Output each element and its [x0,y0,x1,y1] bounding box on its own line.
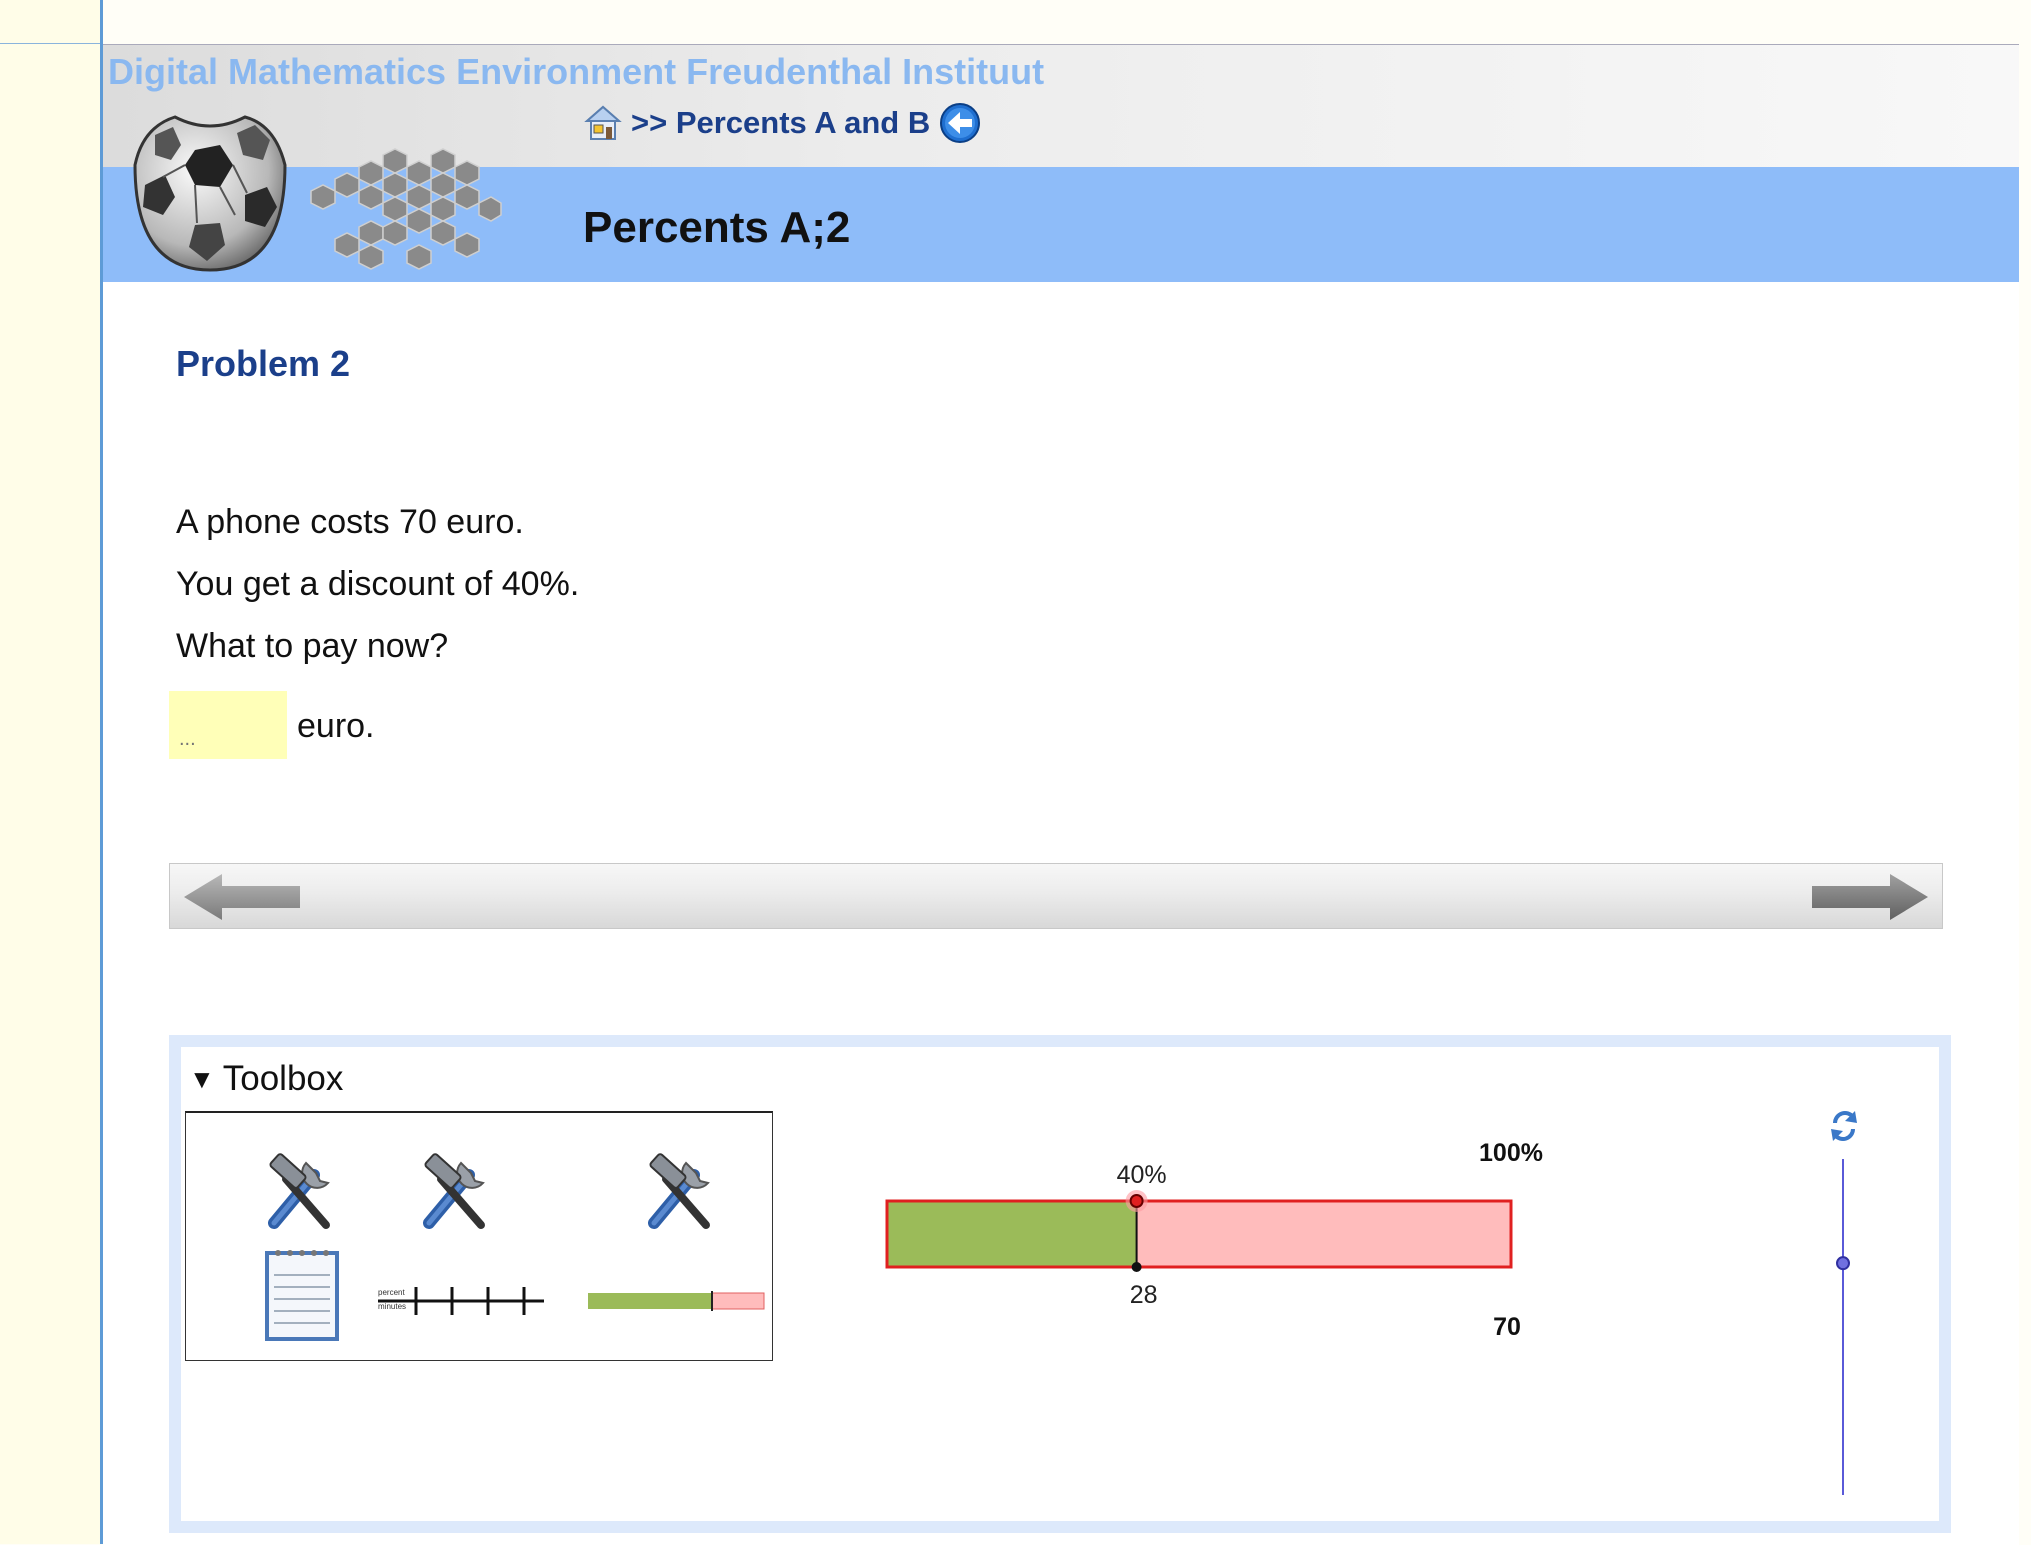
slider-knob[interactable] [1836,1256,1850,1271]
tools-hammer-wrench-icon [423,1153,485,1229]
reset-refresh-icon[interactable] [1831,1111,1857,1141]
answer-input[interactable] [169,691,287,759]
total-value-label: 70 [1493,1313,1521,1341]
question-line: A phone costs 70 euro. [176,503,524,541]
number-line-icon: percent minutes [378,1287,544,1315]
question-line: What to pay now? [176,627,449,665]
breadcrumb: >> Percents A and B [583,101,982,145]
percent-label: 40% [1117,1161,1167,1189]
toolbox-toggle[interactable]: ▼ Toolbox [189,1059,343,1099]
home-icon[interactable] [583,103,623,143]
tools-hammer-wrench-icon [648,1153,710,1229]
value-label: 28 [1130,1281,1158,1309]
soccer-ball-logo-icon [133,115,287,272]
navigation-bar [169,863,1943,929]
hexagon-tiles-logo-icon [310,148,502,270]
notepad-icon [265,1250,339,1341]
numberline-label-percent: percent [378,1288,405,1297]
percent-bar-mini-icon [588,1291,765,1311]
next-arrow-icon[interactable] [1810,870,1930,924]
notepad-tool[interactable] [226,1153,396,1353]
tools-hammer-wrench-icon [268,1153,330,1229]
number-line-tool[interactable]: percent minutes [376,1153,546,1353]
numberline-label-minutes: minutes [378,1302,406,1311]
back-arrow-icon[interactable] [938,101,982,145]
bar-drag-handle[interactable] [1129,1194,1144,1208]
bar-part-rest [1136,1201,1511,1267]
environment-title: Digital Mathematics Environment Freudent… [108,51,1045,92]
bar-part-percent [887,1201,1137,1267]
toolbox-label: Toolbox [222,1059,344,1098]
breadcrumb-link[interactable]: >> Percents A and B [631,105,930,141]
triangle-down-icon: ▼ [189,1063,215,1094]
toolbox-panel: percent minutes [185,1111,773,1361]
percent-bar-widget: 40% 28 100% 70 [885,1111,1857,1495]
problem-heading: Problem 2 [176,343,351,384]
answer-unit-label: euro. [297,707,375,745]
question-line: You get a discount of 40%. [176,565,580,603]
bar-bottom-point [1131,1262,1142,1272]
left-margin [0,0,103,1544]
page: Digital Mathematics Environment Freudent… [103,44,2019,1545]
total-percent-label: 100% [1479,1139,1543,1167]
percent-bar-tool[interactable] [586,1153,765,1353]
page-title: Percents A;2 [583,203,851,252]
toolbox-frame: ▼ Toolbox percent minutes 40% 28 100% 70 [169,1035,1951,1533]
previous-arrow-icon[interactable] [182,870,302,924]
toolbox-area: ▼ Toolbox percent minutes 40% 28 100% 70 [181,1047,1939,1521]
